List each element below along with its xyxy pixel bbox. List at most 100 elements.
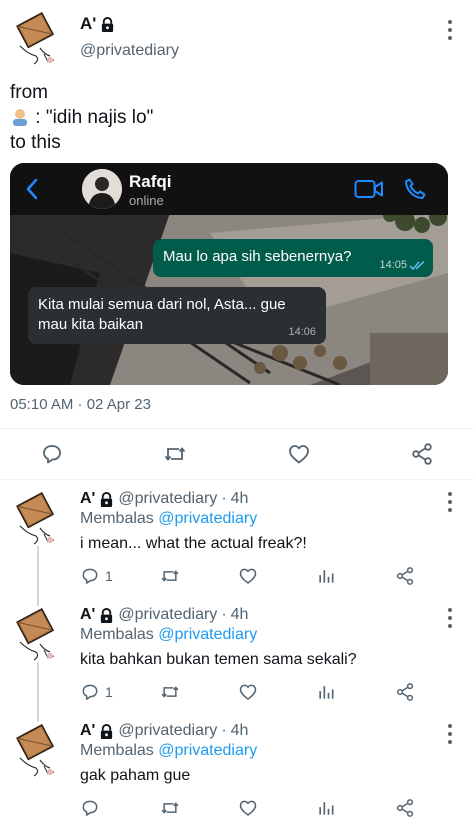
reply-button[interactable] <box>40 442 64 466</box>
reply-author-name[interactable]: A' <box>80 606 95 624</box>
back-chevron-icon[interactable] <box>24 177 40 201</box>
outgoing-message-text: Mau lo apa sih sebenernya? <box>163 248 352 265</box>
replying-prefix: Membalas <box>80 626 159 643</box>
retweet-icon <box>160 566 180 586</box>
reply-tweet[interactable]: A' @privatediary · 4h Membalas @privated… <box>0 598 474 714</box>
share-button[interactable] <box>395 682 415 702</box>
reply-author-handle[interactable]: @privatediary <box>118 722 217 740</box>
tweet-line-1: from <box>10 82 48 103</box>
reply-text: i mean... what the actual freak?! <box>80 535 307 552</box>
tweet-text: from : "idih najis lo" to this <box>10 80 153 155</box>
reply-icon <box>80 682 100 702</box>
replying-mention[interactable]: @privatediary <box>158 742 257 759</box>
more-options-icon[interactable] <box>443 608 457 628</box>
share-button[interactable] <box>395 798 415 818</box>
reply-author-handle[interactable]: @privatediary <box>118 606 217 624</box>
replying-prefix: Membalas <box>80 742 159 759</box>
tweet-line-2: : "idih najis lo" <box>10 105 153 130</box>
reply-count: 1 <box>105 684 113 700</box>
video-call-icon[interactable] <box>354 178 384 200</box>
like-button[interactable] <box>287 442 311 466</box>
meta-separator: · <box>221 490 227 507</box>
reply-author-avatar[interactable] <box>10 722 66 778</box>
reply-author-avatar[interactable] <box>10 606 66 662</box>
outgoing-message-bubble: Mau lo apa sih sebenernya? 14:05 <box>153 239 433 277</box>
contact-status: online <box>129 193 164 208</box>
like-button[interactable] <box>238 682 258 702</box>
share-icon <box>395 798 415 818</box>
reply-button[interactable] <box>80 798 105 818</box>
heart-icon <box>238 798 258 818</box>
heart-icon <box>238 566 258 586</box>
reply-icon <box>80 798 100 818</box>
like-button[interactable] <box>238 566 258 586</box>
more-options-icon[interactable] <box>443 724 457 744</box>
retweet-button[interactable] <box>160 566 180 586</box>
divider <box>0 428 474 429</box>
meta-separator: · <box>221 606 227 623</box>
retweet-icon <box>160 682 180 702</box>
outgoing-message-time: 14:05 <box>379 259 407 271</box>
retweet-icon <box>160 798 180 818</box>
reply-header: A' @privatediary · 4h <box>80 490 248 508</box>
reply-author-avatar[interactable] <box>10 490 66 546</box>
heart-icon <box>238 682 258 702</box>
lock-icon <box>99 492 114 507</box>
retweet-button[interactable] <box>160 682 180 702</box>
contact-avatar[interactable] <box>82 169 122 209</box>
more-options-icon[interactable] <box>443 492 457 512</box>
phone-call-icon[interactable] <box>403 177 427 201</box>
reply-time[interactable]: 4h <box>231 606 249 624</box>
reply-button[interactable]: 1 <box>80 566 113 586</box>
reply-header: A' @privatediary · 4h <box>80 606 248 624</box>
reply-header: A' @privatediary · 4h <box>80 722 248 740</box>
analytics-button[interactable] <box>316 566 336 586</box>
reply-tweet[interactable]: A' @privatediary · 4h Membalas @privated… <box>0 482 474 598</box>
reply-author-name[interactable]: A' <box>80 490 95 508</box>
incoming-message-time: 14:06 <box>288 326 316 338</box>
author-name[interactable]: A' <box>80 14 115 34</box>
read-receipt-icon <box>409 260 425 271</box>
replying-mention[interactable]: @privatediary <box>158 510 257 527</box>
tweet-timestamp[interactable]: 05:10 AM · 02 Apr 23 <box>10 396 151 413</box>
reply-tweet[interactable]: A' @privatediary · 4h Membalas @privated… <box>0 714 474 829</box>
reply-time[interactable]: 4h <box>231 722 249 740</box>
analytics-button[interactable] <box>316 798 336 818</box>
lock-icon <box>99 608 114 623</box>
share-button[interactable] <box>410 442 434 466</box>
incoming-message-text: Kita mulai semua dari nol, Asta... gue m… <box>38 296 286 333</box>
replying-to: Membalas @privatediary <box>80 626 257 644</box>
reply-text: kita bahkan bukan temen sama sekali? <box>80 651 357 668</box>
author-avatar[interactable] <box>10 10 66 66</box>
replying-prefix: Membalas <box>80 510 159 527</box>
analytics-button[interactable] <box>316 682 336 702</box>
replying-mention[interactable]: @privatediary <box>158 626 257 643</box>
analytics-icon <box>316 682 336 702</box>
person-emoji-icon <box>13 109 27 126</box>
tweet-line-2-text: : "idih najis lo" <box>30 107 154 128</box>
lock-icon <box>99 724 114 739</box>
reply-author-name[interactable]: A' <box>80 722 95 740</box>
share-button[interactable] <box>395 566 415 586</box>
author-name-text[interactable]: A' <box>80 14 96 34</box>
incoming-message-bubble: Kita mulai semua dari nol, Asta... gue m… <box>28 287 326 344</box>
meta-separator: · <box>221 722 227 739</box>
more-options-icon[interactable] <box>443 20 457 40</box>
reply-text: gak paham gue <box>80 767 191 784</box>
chat-screenshot-image[interactable]: Rafqi online Mau lo apa sih sebenernya? … <box>10 163 448 385</box>
reply-author-handle[interactable]: @privatediary <box>118 490 217 508</box>
divider <box>0 479 474 480</box>
retweet-button[interactable] <box>163 442 187 466</box>
share-icon <box>395 682 415 702</box>
analytics-icon <box>316 798 336 818</box>
reply-time[interactable]: 4h <box>231 490 249 508</box>
author-handle[interactable]: @privatediary <box>80 42 179 60</box>
like-button[interactable] <box>238 798 258 818</box>
reply-icon <box>80 566 100 586</box>
replying-to: Membalas @privatediary <box>80 742 257 760</box>
share-icon <box>410 442 434 466</box>
reply-count: 1 <box>105 568 113 584</box>
reply-button[interactable]: 1 <box>80 682 113 702</box>
retweet-button[interactable] <box>160 798 180 818</box>
reply-icon <box>40 442 64 466</box>
